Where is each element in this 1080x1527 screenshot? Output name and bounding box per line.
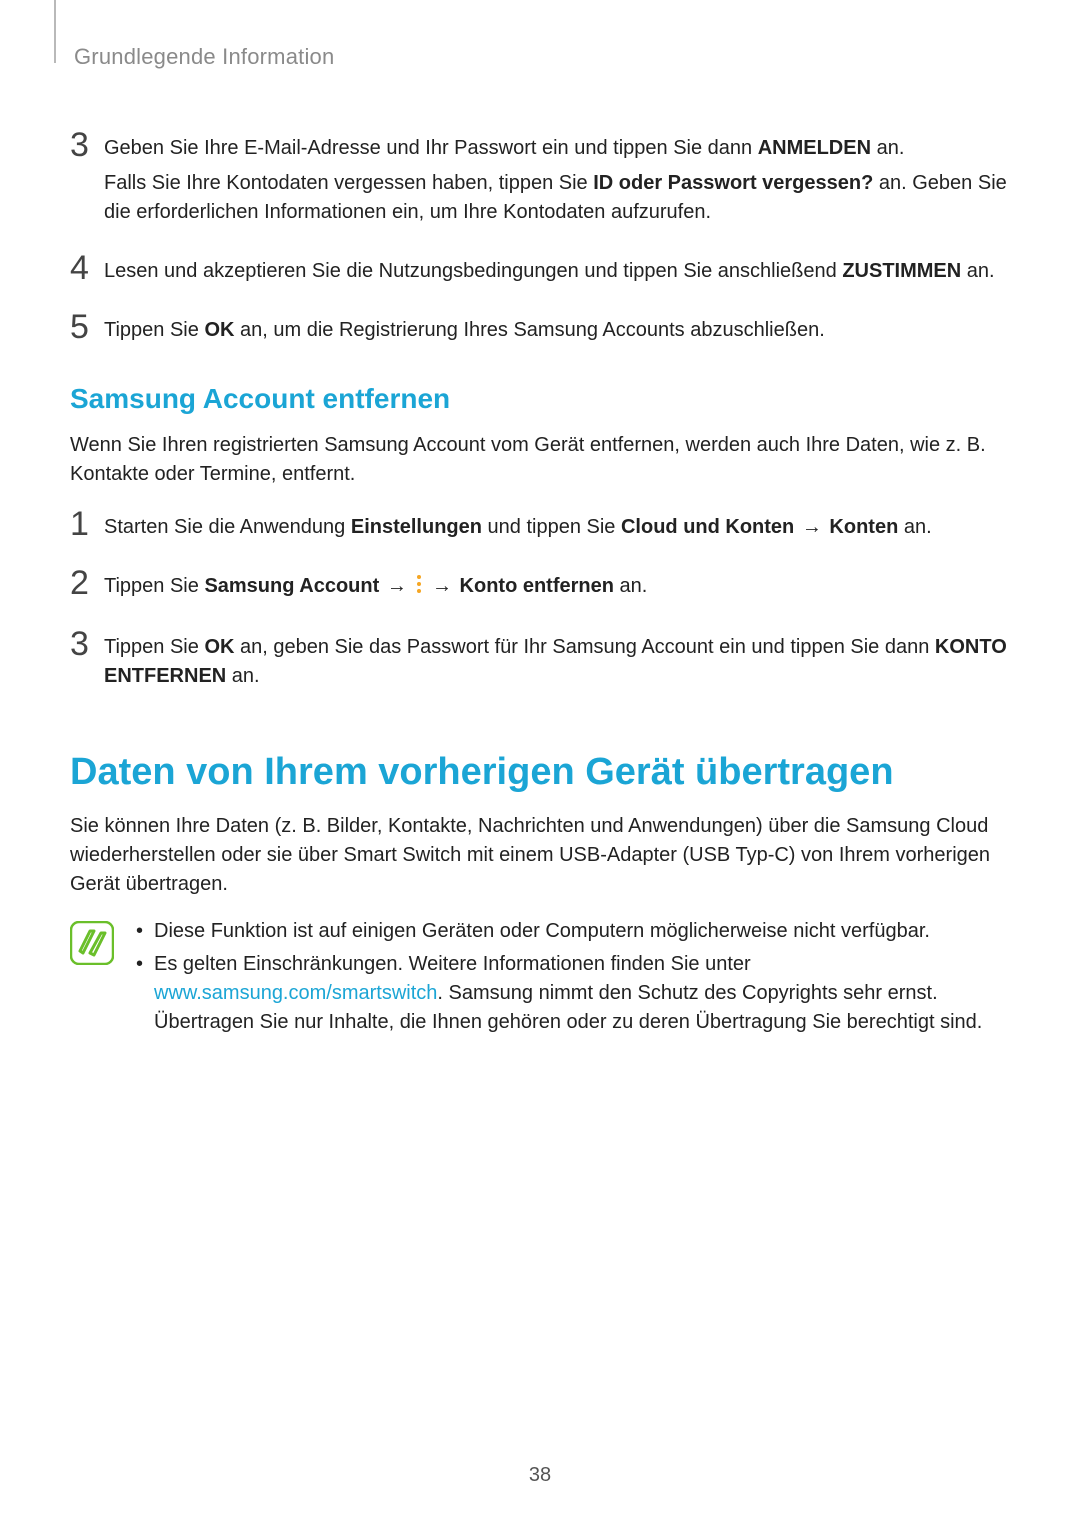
step-3: 3 Geben Sie Ihre E-Mail-Adresse und Ihr …	[70, 128, 1010, 227]
text: Starten Sie die Anwendung	[104, 516, 351, 538]
step-number: 5	[70, 310, 104, 344]
step-4: 4 Lesen und akzeptieren Sie die Nutzungs…	[70, 251, 1010, 286]
bold-text: Samsung Account	[204, 575, 379, 597]
bold-text: OK	[204, 319, 234, 341]
paragraph: Sie können Ihre Daten (z. B. Bilder, Kon…	[70, 812, 1010, 899]
text: an, um die Registrierung Ihres Samsung A…	[234, 319, 824, 341]
step-list-remove: 1 Starten Sie die Anwendung Einstellunge…	[70, 507, 1010, 691]
note-item: Diese Funktion ist auf einigen Geräten o…	[132, 917, 1010, 946]
text: an.	[898, 516, 931, 538]
bold-text: OK	[204, 636, 234, 658]
text: an.	[871, 137, 904, 159]
text: Geben Sie Ihre E-Mail-Adresse und Ihr Pa…	[104, 137, 758, 159]
page-number: 38	[0, 1464, 1080, 1487]
note-list: Diese Funktion ist auf einigen Geräten o…	[132, 917, 1010, 1041]
bold-text: ID oder Passwort vergessen?	[593, 172, 873, 194]
subheading-remove-account: Samsung Account entfernen	[70, 383, 1010, 415]
smartswitch-link[interactable]: www.samsung.com/smartswitch	[154, 982, 437, 1004]
step-list-register: 3 Geben Sie Ihre E-Mail-Adresse und Ihr …	[70, 128, 1010, 345]
step-number: 3	[70, 128, 104, 162]
step-5: 5 Tippen Sie OK an, um die Registrierung…	[70, 310, 1010, 345]
step-3b: 3 Tippen Sie OK an, geben Sie das Passwo…	[70, 627, 1010, 691]
step-text: Geben Sie Ihre E-Mail-Adresse und Ihr Pa…	[104, 128, 1010, 227]
step-text: Lesen und akzeptieren Sie die Nutzungsbe…	[104, 251, 1010, 286]
bold-text: ZUSTIMMEN	[842, 260, 961, 282]
note-icon	[70, 921, 114, 965]
step-number: 4	[70, 251, 104, 285]
arrow-icon: →	[379, 575, 414, 597]
bold-text: ANMELDEN	[758, 137, 871, 159]
step-1: 1 Starten Sie die Anwendung Einstellunge…	[70, 507, 1010, 542]
step-text: Starten Sie die Anwendung Einstellungen …	[104, 507, 1010, 542]
text: an.	[961, 260, 994, 282]
note-item: Es gelten Einschränkungen. Weitere Infor…	[132, 950, 1010, 1037]
step-text: Tippen Sie Samsung Account → → Konto ent…	[104, 566, 1010, 603]
text: an.	[614, 575, 647, 597]
bold-text: Konten	[829, 516, 898, 538]
main-heading-transfer: Daten von Ihrem vorherigen Gerät übertra…	[70, 751, 1010, 794]
text: Es gelten Einschränkungen. Weitere Infor…	[154, 953, 751, 975]
step-text: Tippen Sie OK an, geben Sie das Passwort…	[104, 627, 1010, 691]
manual-page: Grundlegende Information 3 Geben Sie Ihr…	[0, 0, 1080, 1527]
bold-text: Konto entfernen	[460, 575, 614, 597]
step-number: 3	[70, 627, 104, 661]
arrow-icon: →	[424, 575, 459, 597]
step-2: 2 Tippen Sie Samsung Account → → Konto e…	[70, 566, 1010, 603]
step-number: 1	[70, 507, 104, 541]
arrow-icon: →	[794, 516, 829, 538]
text: Falls Sie Ihre Kontodaten vergessen habe…	[104, 172, 593, 194]
step-text: Tippen Sie OK an, um die Registrierung I…	[104, 310, 1010, 345]
text: Lesen und akzeptieren Sie die Nutzungsbe…	[104, 260, 842, 282]
text: an, geben Sie das Passwort für Ihr Samsu…	[234, 636, 934, 658]
text: Tippen Sie	[104, 575, 204, 597]
text: an.	[226, 665, 259, 687]
note-block: Diese Funktion ist auf einigen Geräten o…	[70, 917, 1010, 1041]
bold-text: Einstellungen	[351, 516, 482, 538]
text: Diese Funktion ist auf einigen Geräten o…	[154, 920, 930, 942]
paragraph: Wenn Sie Ihren registrierten Samsung Acc…	[70, 431, 1010, 489]
more-options-icon	[414, 574, 424, 603]
text: und tippen Sie	[482, 516, 621, 538]
text: Tippen Sie	[104, 636, 204, 658]
step-number: 2	[70, 566, 104, 600]
text: Tippen Sie	[104, 319, 204, 341]
bold-text: Cloud und Konten	[621, 516, 794, 538]
header-vertical-rule	[54, 0, 56, 63]
section-header: Grundlegende Information	[74, 44, 1010, 70]
